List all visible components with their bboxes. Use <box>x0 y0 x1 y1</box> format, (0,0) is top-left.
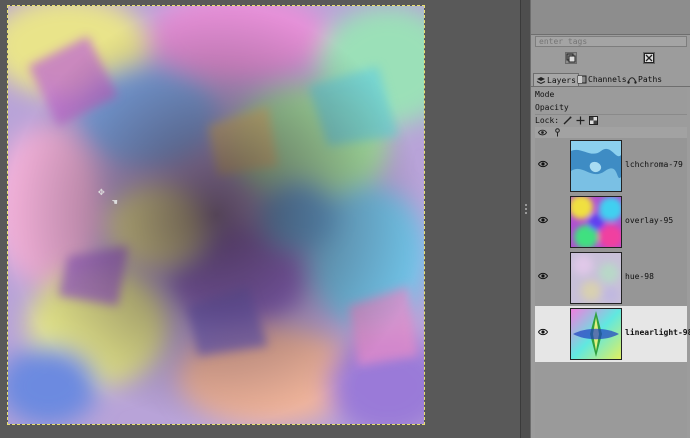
eye-icon[interactable] <box>538 160 548 168</box>
eye-icon[interactable] <box>538 216 548 224</box>
tag-actions <box>531 50 690 66</box>
lock-pixels-icon[interactable] <box>563 116 572 125</box>
tab-channels[interactable]: Channels <box>577 73 627 85</box>
chain-column-icon <box>555 128 560 137</box>
right-dock: Layers Channels Paths Mode Opacity Lock: <box>530 0 690 438</box>
layer-thumbnail <box>570 252 622 304</box>
layer-list-empty-area <box>535 362 687 438</box>
eye-icon[interactable] <box>538 328 548 336</box>
layer-thumbnail <box>570 140 622 192</box>
channels-icon <box>577 75 587 83</box>
opacity-row[interactable]: Opacity <box>535 101 687 115</box>
lock-position-icon[interactable] <box>576 116 585 125</box>
visibility-column-icon <box>538 129 547 136</box>
move-cursor-icon: ✥ <box>98 185 105 198</box>
layer-name: hue-98 <box>625 272 654 281</box>
layer-name: linearlight-98 <box>625 328 690 337</box>
tag-duplicate-button[interactable] <box>565 52 577 64</box>
lock-row: Lock: <box>535 114 687 126</box>
canvas-image <box>8 6 424 424</box>
canvas[interactable]: ✥ ☚ <box>7 5 425 425</box>
duplicate-icon <box>566 53 576 63</box>
layer-name: lchchroma-79 <box>625 160 683 169</box>
mode-row[interactable]: Mode <box>535 88 687 102</box>
lock-alpha-icon[interactable] <box>589 115 599 125</box>
layer-row[interactable]: hue-98 <box>535 250 687 307</box>
layer-thumbnail <box>570 308 622 360</box>
layers-icon <box>536 76 546 84</box>
eye-icon[interactable] <box>538 272 548 280</box>
dock-top-panel <box>531 0 690 35</box>
layer-row[interactable]: lchchroma-79 <box>535 138 687 195</box>
layer-list: lchchroma-79 overlay-95 hue-98 linearlig… <box>535 138 690 363</box>
layer-row-selected[interactable]: linearlight-98 <box>535 306 690 363</box>
paths-icon <box>627 76 637 84</box>
layer-row[interactable]: overlay-95 <box>535 194 687 251</box>
layer-thumbnail <box>570 196 622 248</box>
tag-delete-button[interactable] <box>643 52 655 64</box>
layer-name: overlay-95 <box>625 216 674 225</box>
dock-tabs: Layers Channels Paths <box>531 72 690 87</box>
close-icon <box>644 53 654 63</box>
tab-layers[interactable]: Layers <box>533 73 579 86</box>
tab-paths[interactable]: Paths <box>627 73 662 85</box>
tags-input[interactable] <box>535 36 687 47</box>
hand-cursor-icon: ☚ <box>112 198 118 208</box>
image-window[interactable]: ✥ ☚ <box>0 0 520 438</box>
